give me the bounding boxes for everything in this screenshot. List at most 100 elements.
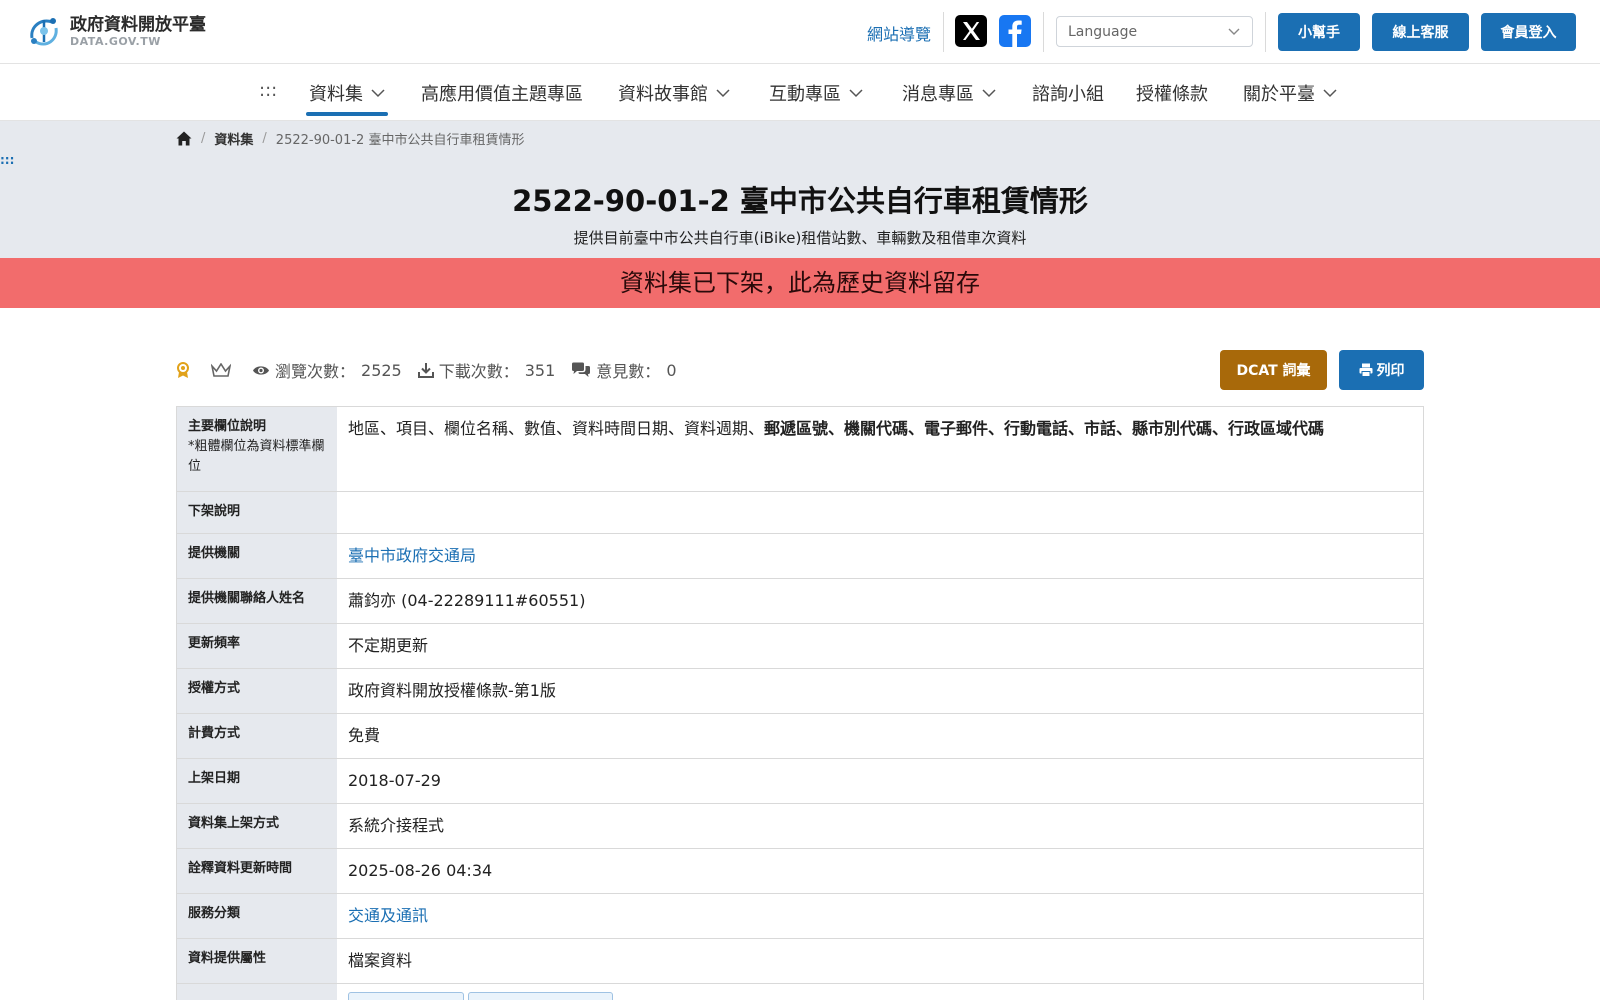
table-row: 提供機關聯絡人姓名 蕭鈞亦 (04-22289111#60551) bbox=[177, 579, 1423, 624]
home-icon[interactable] bbox=[176, 131, 192, 146]
sitemap-link[interactable]: 網站導覽 bbox=[867, 21, 931, 45]
row-label: 主要欄位說明 *粗體欄位為資料標準欄位 bbox=[177, 407, 337, 491]
row-label: 計費方式 bbox=[177, 714, 337, 758]
nav-datasets[interactable]: 資料集 bbox=[309, 80, 385, 106]
breadcrumb-current: 2522-90-01-2 臺中市公共自行車租賃情形 bbox=[275, 133, 525, 148]
nav-skip-marker[interactable]: ::: bbox=[259, 80, 277, 101]
row-value: 2025-08-26 04:34 bbox=[348, 861, 493, 880]
row-value: 2018-07-29 bbox=[348, 771, 441, 790]
views-stat: 瀏覽次數： 2525 bbox=[252, 358, 402, 382]
logo-title: 政府資料開放平臺 bbox=[70, 15, 206, 35]
divider bbox=[1043, 12, 1044, 52]
nav-high-value[interactable]: 高應用價值主題專區 bbox=[421, 80, 583, 106]
nav-label: 互動專區 bbox=[769, 84, 841, 105]
dataset-stats: 瀏覽次數： 2525 下載次數： 351 意見數： 0 bbox=[176, 358, 693, 382]
row-value: 系統介接程式 bbox=[348, 816, 445, 835]
site-header: 政府資料開放平臺 DATA.GOV.TW 網站導覽 Language 小幫手 線… bbox=[0, 0, 1600, 64]
row-value: 免費 bbox=[348, 726, 381, 745]
helper-button[interactable]: 小幫手 bbox=[1278, 13, 1360, 51]
nav-news[interactable]: 消息專區 bbox=[902, 80, 996, 106]
comments-stat: 意見數： 0 bbox=[571, 358, 677, 382]
main-fields-bold: 郵遞區號、機關代碼、電子郵件、行動電話、市話、縣市別代碼、行政區域代碼 bbox=[764, 419, 1325, 438]
page-subtitle: 提供目前臺中市公共自行車(iBike)租借站數、車輛數及租借車次資料 bbox=[573, 229, 1027, 247]
member-login-button[interactable]: 會員登入 bbox=[1481, 13, 1576, 51]
row-value: 交通及通訊 bbox=[337, 894, 1423, 938]
row-value: 不定期更新 bbox=[348, 636, 429, 655]
row-label: 提供機關 bbox=[177, 534, 337, 578]
table-row: 服務分類 交通及通訊 bbox=[177, 894, 1423, 939]
nav-label: 高應用價值主題專區 bbox=[421, 84, 583, 105]
online-support-button[interactable]: 線上客服 bbox=[1372, 13, 1469, 51]
nav-label: 授權條款 bbox=[1136, 84, 1208, 105]
nav-license[interactable]: 授權條款 bbox=[1136, 80, 1208, 106]
main-fields-plain: 地區、項目、欄位名稱、數值、資料時間日期、資料週期、 bbox=[348, 419, 765, 438]
logo-subtitle: DATA.GOV.TW bbox=[70, 35, 161, 48]
dcat-vocabulary-button[interactable]: DCAT 詞彙 bbox=[1220, 350, 1327, 390]
nav-label: 資料故事館 bbox=[618, 84, 708, 105]
row-label: 更新頻率 bbox=[177, 624, 337, 668]
main-nav: ::: 資料集 高應用價值主題專區 資料故事館 互動專區 消息專區 諮詢小組 授… bbox=[0, 64, 1600, 121]
nav-label: 資料集 bbox=[309, 84, 363, 105]
chevron-down-icon bbox=[849, 88, 863, 97]
table-row: 主要欄位說明 *粗體欄位為資料標準欄位 地區、項目、欄位名稱、數值、資料時間日期… bbox=[177, 407, 1423, 492]
chevron-down-icon bbox=[716, 88, 730, 97]
row-label bbox=[177, 984, 337, 1000]
nav-advisory[interactable]: 諮詢小組 bbox=[1032, 80, 1104, 106]
breadcrumb: / 資料集 / 2522-90-01-2 臺中市公共自行車租賃情形 bbox=[176, 129, 524, 148]
row-label: 資料提供屬性 bbox=[177, 939, 337, 983]
divider bbox=[1265, 12, 1266, 52]
chevron-down-icon bbox=[1228, 28, 1240, 35]
row-label: 資料集上架方式 bbox=[177, 804, 337, 848]
downloads-stat: 下載次數： 351 bbox=[417, 358, 556, 382]
download-icon bbox=[417, 363, 434, 378]
chevron-down-icon bbox=[1323, 88, 1337, 97]
crown-icon bbox=[211, 362, 231, 377]
nav-about[interactable]: 關於平臺 bbox=[1243, 80, 1337, 106]
table-row: 資料集上架方式 系統介接程式 bbox=[177, 804, 1423, 849]
row-label-text: 主要欄位說明 bbox=[188, 419, 267, 434]
divider bbox=[943, 12, 944, 52]
chevron-down-icon bbox=[982, 88, 996, 97]
page-title: 2522-90-01-2 臺中市公共自行車租賃情形 bbox=[512, 184, 1088, 218]
row-label: 下架說明 bbox=[177, 492, 337, 533]
nav-data-stories[interactable]: 資料故事館 bbox=[618, 80, 730, 106]
tag-chip[interactable] bbox=[468, 992, 613, 1000]
agency-link[interactable]: 臺中市政府交通局 bbox=[348, 546, 476, 565]
downloads-value: 351 bbox=[524, 360, 556, 380]
row-label: 詮釋資料更新時間 bbox=[177, 849, 337, 893]
row-label: 服務分類 bbox=[177, 894, 337, 938]
printer-icon bbox=[1359, 363, 1372, 377]
downloads-label: 下載次數： bbox=[438, 362, 519, 381]
nav-label: 諮詢小組 bbox=[1032, 84, 1104, 105]
content-skip-marker[interactable]: ::: bbox=[0, 153, 14, 167]
service-category-link[interactable]: 交通及通訊 bbox=[348, 906, 428, 925]
print-button[interactable]: 列印 bbox=[1339, 350, 1424, 390]
logo-icon bbox=[30, 18, 58, 46]
chevron-down-icon bbox=[371, 88, 385, 97]
tag-chip[interactable] bbox=[348, 992, 464, 1000]
x-twitter-icon[interactable] bbox=[955, 15, 987, 47]
table-row: 資料提供屬性 檔案資料 bbox=[177, 939, 1423, 984]
facebook-icon[interactable] bbox=[999, 15, 1031, 47]
row-label-note: *粗體欄位為資料標準欄位 bbox=[188, 439, 325, 474]
print-label: 列印 bbox=[1376, 363, 1405, 379]
table-row: 提供機關 臺中市政府交通局 bbox=[177, 534, 1423, 579]
comments-label: 意見數： bbox=[596, 362, 661, 381]
table-row: 計費方式 免費 bbox=[177, 714, 1423, 759]
breadcrumb-datasets[interactable]: 資料集 bbox=[214, 129, 253, 148]
row-label: 提供機關聯絡人姓名 bbox=[177, 579, 337, 623]
row-value: 蕭鈞亦 (04-22289111#60551) bbox=[348, 591, 586, 610]
row-value: 檔案資料 bbox=[348, 951, 413, 970]
table-row bbox=[177, 984, 1423, 1000]
site-logo[interactable]: 政府資料開放平臺 DATA.GOV.TW bbox=[24, 12, 206, 52]
row-value: 地區、項目、欄位名稱、數值、資料時間日期、資料週期、郵遞區號、機關代碼、電子郵件… bbox=[337, 407, 1423, 491]
nav-interactive[interactable]: 互動專區 bbox=[769, 80, 863, 106]
language-select[interactable]: Language bbox=[1056, 16, 1253, 47]
table-row: 上架日期 2018-07-29 bbox=[177, 759, 1423, 804]
dataset-info-table: 主要欄位說明 *粗體欄位為資料標準欄位 地區、項目、欄位名稱、數值、資料時間日期… bbox=[176, 406, 1424, 1000]
language-placeholder: Language bbox=[1068, 24, 1138, 40]
row-label: 授權方式 bbox=[177, 669, 337, 713]
row-value bbox=[337, 492, 1423, 533]
comments-icon bbox=[572, 362, 591, 377]
row-value bbox=[337, 984, 1423, 1000]
